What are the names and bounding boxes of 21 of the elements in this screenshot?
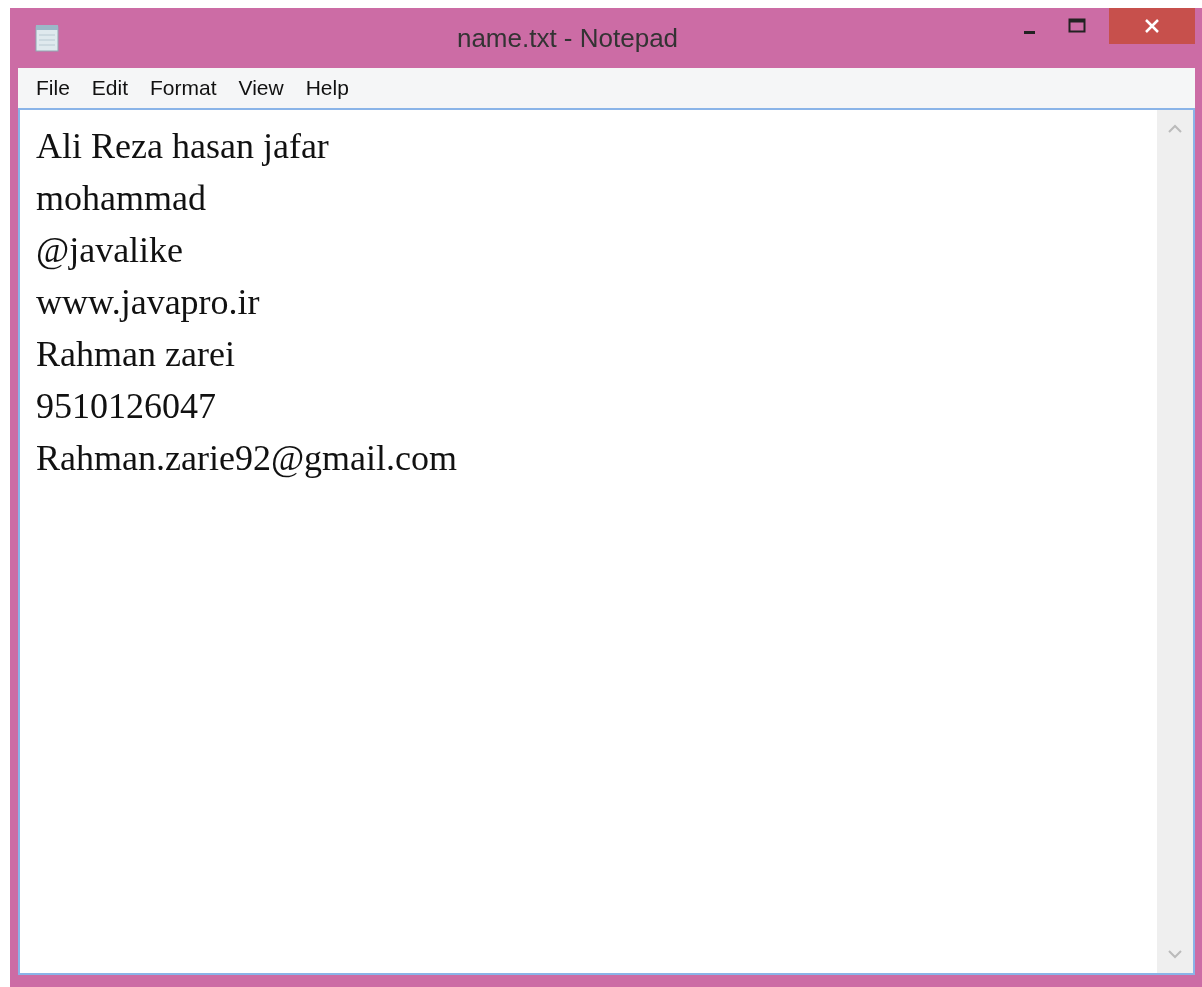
close-button[interactable]: [1109, 8, 1195, 44]
window-title: name.txt - Notepad: [455, 22, 680, 54]
notepad-icon: [34, 24, 60, 52]
menu-item[interactable]: View: [228, 72, 296, 104]
minimize-icon: [1023, 30, 1035, 34]
menu-item[interactable]: Edit: [81, 72, 141, 104]
text-line: Rahman.zarie92@gmail.com: [36, 437, 458, 480]
menu-item[interactable]: Help: [295, 72, 361, 104]
text-line: mohammad: [36, 177, 207, 220]
close-icon: [1144, 18, 1160, 34]
menu-item[interactable]: File: [26, 72, 82, 104]
text-line: Rahman zarei: [36, 333, 236, 376]
menu-item[interactable]: Format: [140, 72, 229, 104]
text-line: www.javapro.ir: [36, 281, 261, 324]
text-area[interactable]: Ali Reza hasan jafar mohammad @javalike www.javapro.ir Rahman zarei 9510126047 Rahman.zarie92@gmail.com: [18, 110, 1195, 975]
scroll-up-icon[interactable]: [1167, 124, 1183, 134]
maximize-icon: [1068, 18, 1086, 34]
text-line: @javalike: [36, 229, 185, 272]
scroll-down-icon[interactable]: [1167, 949, 1183, 959]
text-line: 9510126047: [36, 385, 217, 428]
text-line: Ali Reza hasan jafar: [36, 125, 330, 168]
